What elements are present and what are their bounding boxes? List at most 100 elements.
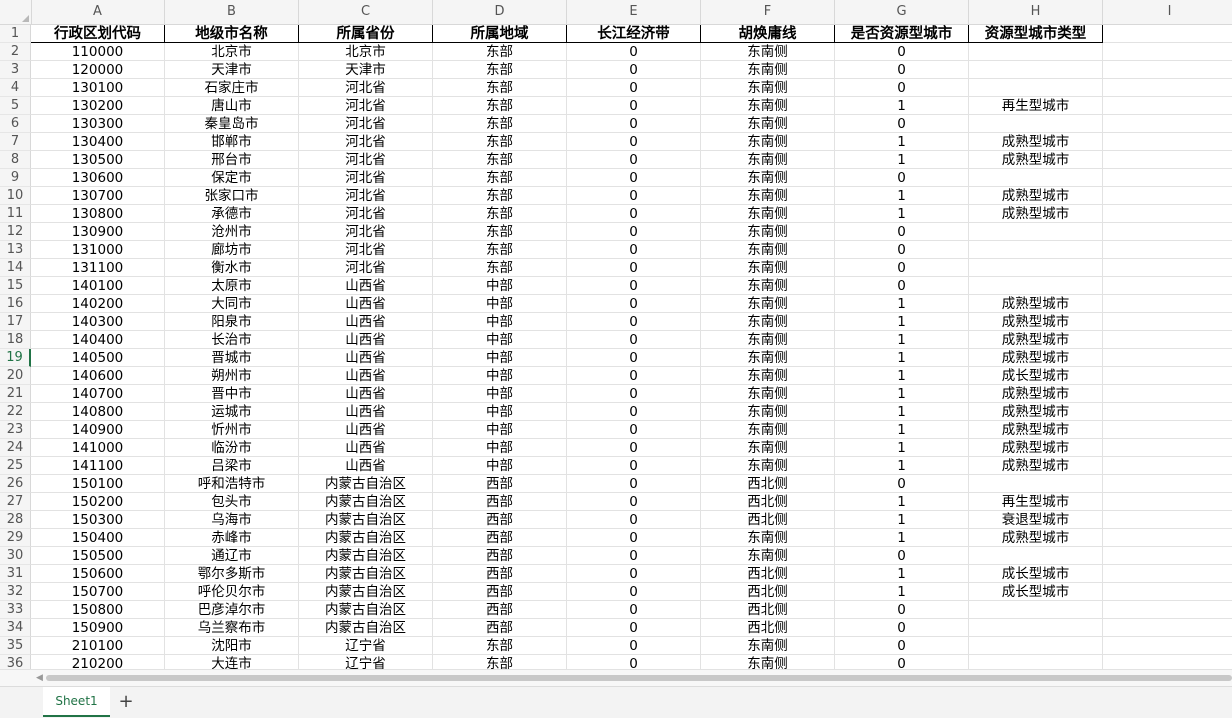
cell-d34[interactable]: 西部 [433, 619, 567, 637]
cell-i34[interactable] [1103, 619, 1232, 637]
cell-b16[interactable]: 大同市 [165, 295, 299, 313]
cell-i2[interactable] [1103, 43, 1232, 61]
column-header-i[interactable]: I [1103, 0, 1232, 24]
cell-e17[interactable]: 0 [567, 313, 701, 331]
cell-a34[interactable]: 150900 [31, 619, 165, 637]
cell-a11[interactable]: 130800 [31, 205, 165, 223]
cell-h22[interactable]: 成熟型城市 [969, 403, 1103, 421]
cell-c15[interactable]: 山西省 [299, 277, 433, 295]
header-cell-g[interactable]: 是否资源型城市 [835, 25, 969, 43]
cell-h11[interactable]: 成熟型城市 [969, 205, 1103, 223]
cell-g20[interactable]: 1 [835, 367, 969, 385]
cell-e35[interactable]: 0 [567, 637, 701, 655]
cell-e15[interactable]: 0 [567, 277, 701, 295]
cell-g28[interactable]: 1 [835, 511, 969, 529]
cell-e31[interactable]: 0 [567, 565, 701, 583]
cell-f15[interactable]: 东南侧 [701, 277, 835, 295]
cell-i18[interactable] [1103, 331, 1232, 349]
cell-b12[interactable]: 沧州市 [165, 223, 299, 241]
cell-a36[interactable]: 210200 [31, 655, 165, 669]
cell-a30[interactable]: 150500 [31, 547, 165, 565]
cell-d26[interactable]: 西部 [433, 475, 567, 493]
cell-e24[interactable]: 0 [567, 439, 701, 457]
cell-b14[interactable]: 衡水市 [165, 259, 299, 277]
cell-b33[interactable]: 巴彦淖尔市 [165, 601, 299, 619]
cell-e13[interactable]: 0 [567, 241, 701, 259]
cell-c20[interactable]: 山西省 [299, 367, 433, 385]
cell-a3[interactable]: 120000 [31, 61, 165, 79]
cell-e21[interactable]: 0 [567, 385, 701, 403]
cell-g3[interactable]: 0 [835, 61, 969, 79]
row-header-35[interactable]: 35 [0, 637, 31, 655]
cell-a12[interactable]: 130900 [31, 223, 165, 241]
cell-g34[interactable]: 0 [835, 619, 969, 637]
scrollbar-thumb[interactable] [46, 675, 1232, 681]
cell-a2[interactable]: 110000 [31, 43, 165, 61]
row-header-24[interactable]: 24 [0, 439, 31, 457]
cell-g31[interactable]: 1 [835, 565, 969, 583]
cell-h8[interactable]: 成熟型城市 [969, 151, 1103, 169]
cell-a27[interactable]: 150200 [31, 493, 165, 511]
cell-h34[interactable] [969, 619, 1103, 637]
cell-g29[interactable]: 1 [835, 529, 969, 547]
cell-e11[interactable]: 0 [567, 205, 701, 223]
cell-b30[interactable]: 通辽市 [165, 547, 299, 565]
cell-f13[interactable]: 东南侧 [701, 241, 835, 259]
row-header-25[interactable]: 25 [0, 457, 31, 475]
cell-b27[interactable]: 包头市 [165, 493, 299, 511]
cell-f26[interactable]: 西北侧 [701, 475, 835, 493]
row-header-1[interactable]: 1 [0, 25, 31, 43]
cell-h19[interactable]: 成熟型城市 [969, 349, 1103, 367]
cell-i28[interactable] [1103, 511, 1232, 529]
cell-c3[interactable]: 天津市 [299, 61, 433, 79]
cell-g11[interactable]: 1 [835, 205, 969, 223]
cell-a19[interactable]: 140500 [31, 349, 165, 367]
cell-a20[interactable]: 140600 [31, 367, 165, 385]
cell-g8[interactable]: 1 [835, 151, 969, 169]
cell-g13[interactable]: 0 [835, 241, 969, 259]
cell-i11[interactable] [1103, 205, 1232, 223]
cell-h10[interactable]: 成熟型城市 [969, 187, 1103, 205]
cell-a16[interactable]: 140200 [31, 295, 165, 313]
cell-d31[interactable]: 西部 [433, 565, 567, 583]
cell-b23[interactable]: 忻州市 [165, 421, 299, 439]
row-header-16[interactable]: 16 [0, 295, 31, 313]
column-header-f[interactable]: F [701, 0, 835, 24]
cell-i32[interactable] [1103, 583, 1232, 601]
header-cell-d[interactable]: 所属地域 [433, 25, 567, 43]
cell-d19[interactable]: 中部 [433, 349, 567, 367]
row-header-8[interactable]: 8 [0, 151, 31, 169]
cell-i10[interactable] [1103, 187, 1232, 205]
row-header-15[interactable]: 15 [0, 277, 31, 295]
column-header-b[interactable]: B [165, 0, 299, 24]
cell-i21[interactable] [1103, 385, 1232, 403]
cell-h16[interactable]: 成熟型城市 [969, 295, 1103, 313]
cell-h31[interactable]: 成长型城市 [969, 565, 1103, 583]
cell-a26[interactable]: 150100 [31, 475, 165, 493]
cell-e19[interactable]: 0 [567, 349, 701, 367]
cell-g24[interactable]: 1 [835, 439, 969, 457]
cell-f27[interactable]: 西北侧 [701, 493, 835, 511]
cell-b3[interactable]: 天津市 [165, 61, 299, 79]
column-header-d[interactable]: D [433, 0, 567, 24]
cell-g35[interactable]: 0 [835, 637, 969, 655]
row-header-5[interactable]: 5 [0, 97, 31, 115]
cell-f23[interactable]: 东南侧 [701, 421, 835, 439]
cell-c27[interactable]: 内蒙古自治区 [299, 493, 433, 511]
cell-h32[interactable]: 成长型城市 [969, 583, 1103, 601]
cell-c35[interactable]: 辽宁省 [299, 637, 433, 655]
cell-f10[interactable]: 东南侧 [701, 187, 835, 205]
cell-c8[interactable]: 河北省 [299, 151, 433, 169]
cell-c12[interactable]: 河北省 [299, 223, 433, 241]
cell-g16[interactable]: 1 [835, 295, 969, 313]
cell-i3[interactable] [1103, 61, 1232, 79]
cell-f12[interactable]: 东南侧 [701, 223, 835, 241]
cell-a25[interactable]: 141100 [31, 457, 165, 475]
cell-h7[interactable]: 成熟型城市 [969, 133, 1103, 151]
cell-g36[interactable]: 0 [835, 655, 969, 669]
cell-e29[interactable]: 0 [567, 529, 701, 547]
cell-i24[interactable] [1103, 439, 1232, 457]
cell-f4[interactable]: 东南侧 [701, 79, 835, 97]
cell-h35[interactable] [969, 637, 1103, 655]
cell-f28[interactable]: 西北侧 [701, 511, 835, 529]
